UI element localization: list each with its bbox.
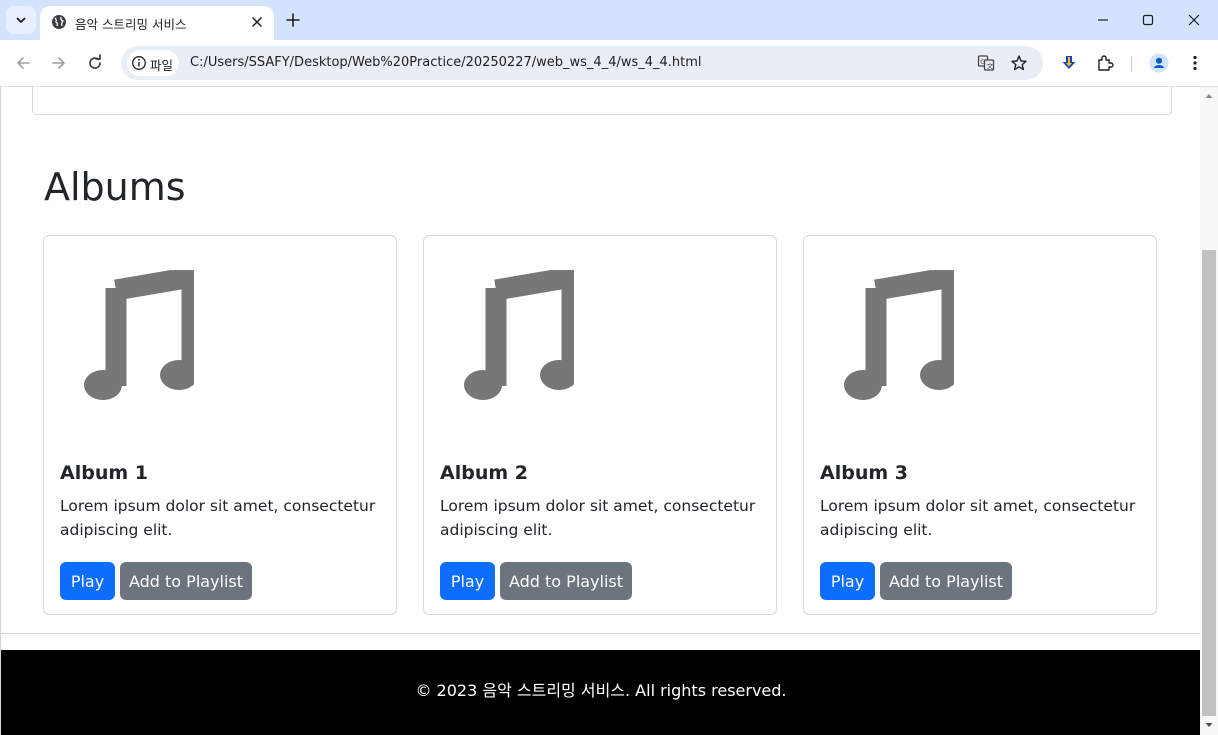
section-divider bbox=[1, 633, 1201, 634]
tab-title: 음악 스트리밍 서비스 bbox=[75, 17, 187, 32]
music-note-icon bbox=[844, 270, 954, 400]
extensions-icon[interactable] bbox=[1095, 53, 1115, 73]
footer-copyright: © 2023 음악 스트리밍 서비스. All rights reserved. bbox=[415, 681, 787, 700]
add-to-playlist-button[interactable]: Add to Playlist bbox=[880, 562, 1012, 600]
music-note-icon bbox=[464, 270, 574, 400]
chevron-down-icon bbox=[16, 17, 26, 23]
maximize-icon[interactable] bbox=[1138, 10, 1158, 30]
more-icon[interactable] bbox=[1185, 53, 1205, 73]
url-text[interactable]: C:/Users/SSAFY/Desktop/Web%20Practice/20… bbox=[190, 55, 702, 70]
album-title: Album 1 bbox=[60, 462, 148, 484]
music-note-icon bbox=[84, 270, 194, 400]
reload-icon[interactable] bbox=[85, 53, 105, 73]
previous-section-card bbox=[32, 87, 1172, 115]
svg-text:文: 文 bbox=[987, 61, 994, 70]
scrollbar-thumb[interactable] bbox=[1202, 250, 1216, 716]
minimize-icon[interactable] bbox=[1093, 10, 1113, 30]
globe-icon bbox=[52, 15, 66, 29]
scroll-down-icon[interactable] bbox=[1204, 720, 1214, 730]
add-to-playlist-button[interactable]: Add to Playlist bbox=[500, 562, 632, 600]
play-button[interactable]: Play bbox=[820, 562, 875, 600]
tab-search-button[interactable] bbox=[6, 6, 36, 34]
close-icon[interactable] bbox=[248, 13, 266, 31]
star-icon[interactable] bbox=[1009, 53, 1029, 73]
page-viewport: Albums Album 1 Lorem ipsum dolor sit ame… bbox=[0, 87, 1201, 735]
album-description: Lorem ipsum dolor sit amet, consectetur … bbox=[820, 497, 1136, 539]
profile-icon[interactable] bbox=[1149, 53, 1169, 73]
browser-tab[interactable]: 음악 스트리밍 서비스 bbox=[40, 6, 274, 40]
album-description: Lorem ipsum dolor sit amet, consectetur … bbox=[440, 497, 756, 539]
info-icon bbox=[132, 56, 146, 70]
page-footer: © 2023 음악 스트리밍 서비스. All rights reserved. bbox=[1, 650, 1201, 735]
forward-icon[interactable] bbox=[49, 53, 69, 73]
album-card: Album 1 Lorem ipsum dolor sit amet, cons… bbox=[43, 235, 397, 615]
album-card: Album 2 Lorem ipsum dolor sit amet, cons… bbox=[423, 235, 777, 615]
svg-text:G: G bbox=[980, 58, 985, 66]
play-button[interactable]: Play bbox=[60, 562, 115, 600]
album-card: Album 3 Lorem ipsum dolor sit amet, cons… bbox=[803, 235, 1157, 615]
scroll-up-icon[interactable] bbox=[1204, 91, 1214, 101]
play-button[interactable]: Play bbox=[440, 562, 495, 600]
window-close-icon[interactable] bbox=[1184, 10, 1204, 30]
tab-strip: 음악 스트리밍 서비스 bbox=[0, 0, 1218, 40]
toolbar-separator bbox=[1131, 56, 1132, 72]
download-icon[interactable] bbox=[1059, 53, 1079, 73]
browser-toolbar: 파일 C:/Users/SSAFY/Desktop/Web%20Practice… bbox=[0, 40, 1218, 87]
site-info-chip[interactable]: 파일 bbox=[127, 50, 179, 76]
album-title: Album 2 bbox=[440, 462, 528, 484]
new-tab-icon[interactable] bbox=[283, 10, 303, 30]
site-chip-label: 파일 bbox=[150, 58, 174, 73]
add-to-playlist-button[interactable]: Add to Playlist bbox=[120, 562, 252, 600]
address-bar[interactable]: 파일 C:/Users/SSAFY/Desktop/Web%20Practice… bbox=[121, 46, 1043, 80]
album-description: Lorem ipsum dolor sit amet, consectetur … bbox=[60, 497, 376, 539]
album-title: Album 3 bbox=[820, 462, 908, 484]
back-icon[interactable] bbox=[13, 53, 33, 73]
albums-heading: Albums bbox=[44, 165, 186, 209]
translate-icon[interactable]: G 文 bbox=[976, 53, 996, 73]
